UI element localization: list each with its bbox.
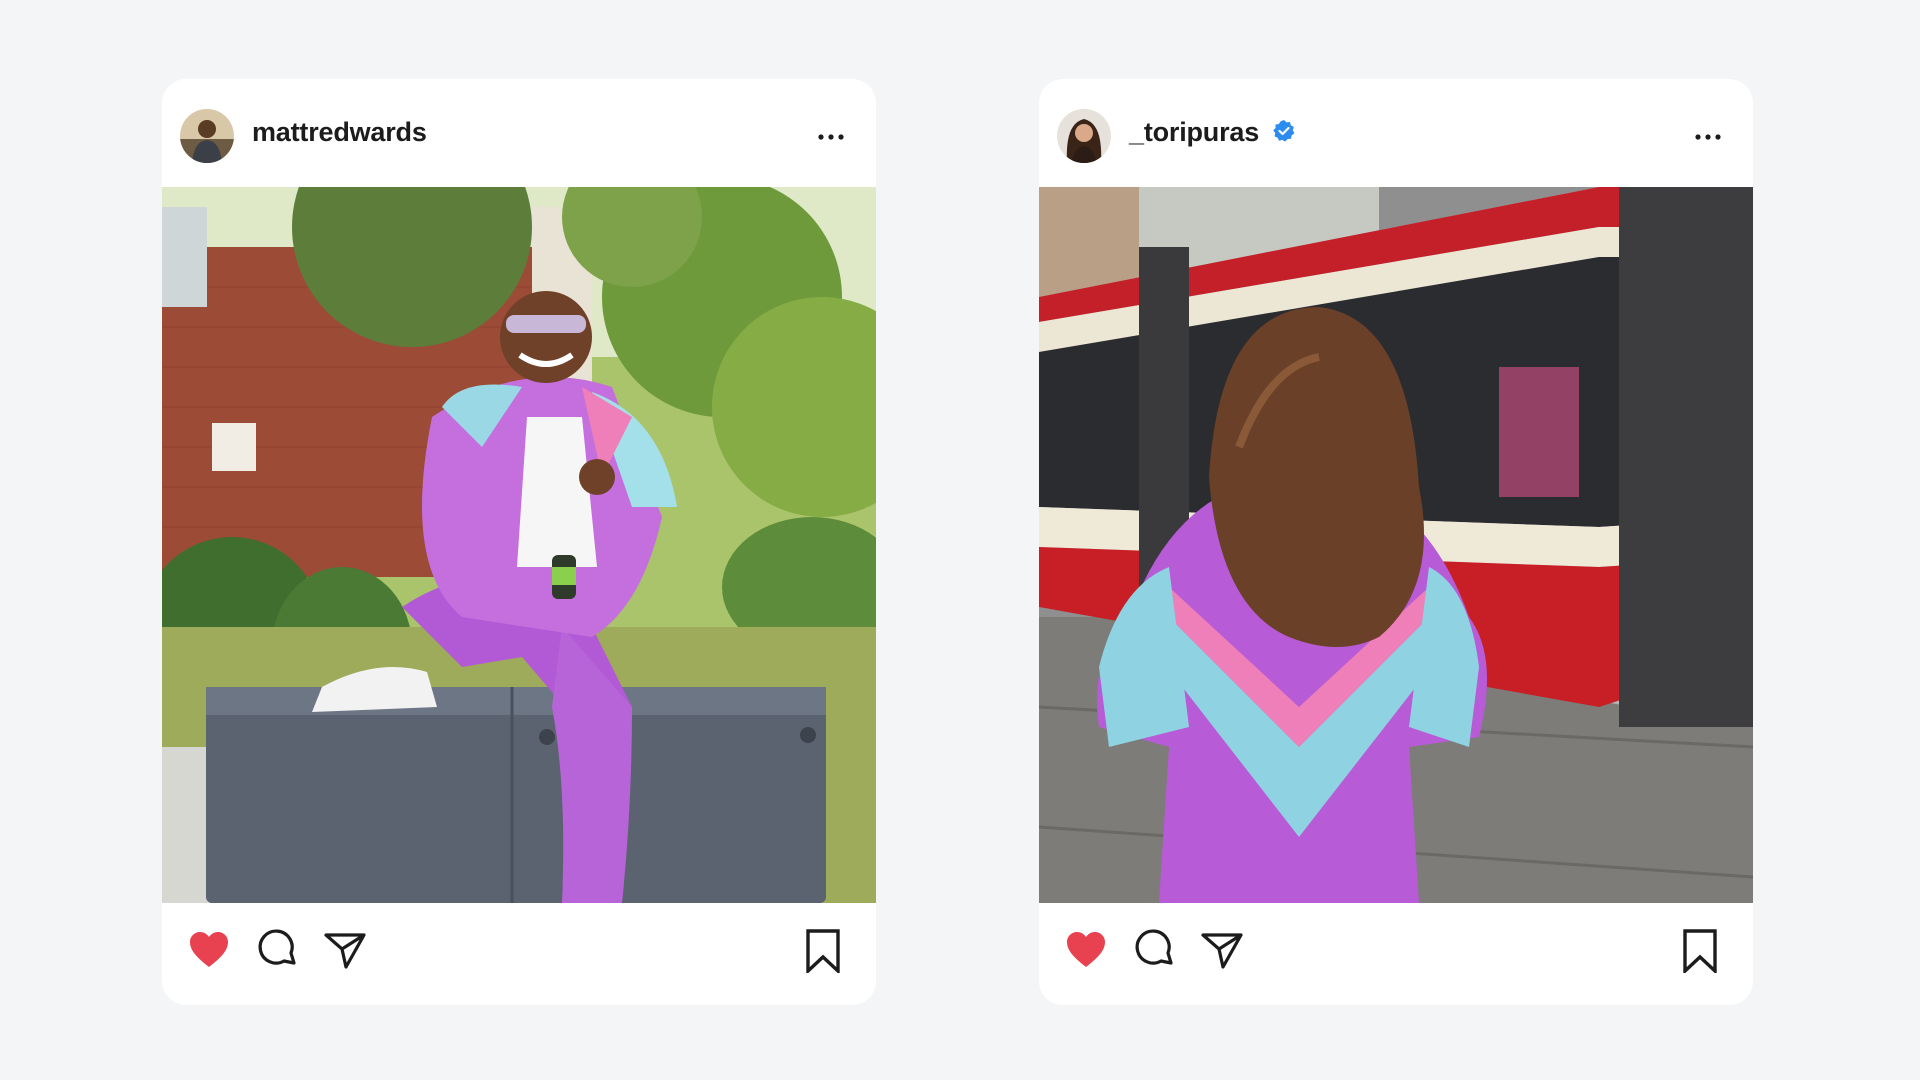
username[interactable]: _toripuras (1129, 119, 1259, 146)
more-options-button[interactable] (1693, 127, 1723, 147)
username[interactable]: mattredwards (252, 119, 427, 146)
post-image[interactable] (1039, 187, 1753, 903)
post-actions (162, 903, 876, 1005)
avatar[interactable] (1057, 109, 1111, 163)
more-options-button[interactable] (816, 127, 846, 147)
save-button[interactable] (800, 927, 846, 973)
more-horizontal-icon (1695, 134, 1721, 140)
comment-bubble-icon (258, 929, 296, 965)
comment-button[interactable] (1131, 927, 1177, 973)
post-card-mattredwards: mattredwards (162, 79, 876, 1005)
post-actions (1039, 903, 1753, 1005)
avatar[interactable] (180, 109, 234, 163)
post-header: _toripuras (1039, 79, 1753, 187)
share-button[interactable] (1199, 927, 1245, 973)
paper-plane-icon (324, 933, 366, 969)
like-button[interactable] (1063, 927, 1109, 973)
verified-badge-icon (1273, 120, 1295, 142)
paper-plane-icon (1201, 933, 1243, 969)
save-button[interactable] (1677, 927, 1723, 973)
comment-bubble-icon (1135, 929, 1173, 965)
feed: mattredwards _toripuras (0, 0, 1920, 1080)
heart-filled-icon (1067, 932, 1105, 967)
bookmark-icon (806, 929, 840, 973)
heart-filled-icon (190, 932, 228, 967)
like-button[interactable] (186, 927, 232, 973)
share-button[interactable] (322, 927, 368, 973)
bookmark-icon (1683, 929, 1717, 973)
comment-button[interactable] (254, 927, 300, 973)
more-horizontal-icon (818, 134, 844, 140)
post-header: mattredwards (162, 79, 876, 187)
post-card-toripuras: _toripuras (1039, 79, 1753, 1005)
post-image[interactable] (162, 187, 876, 903)
